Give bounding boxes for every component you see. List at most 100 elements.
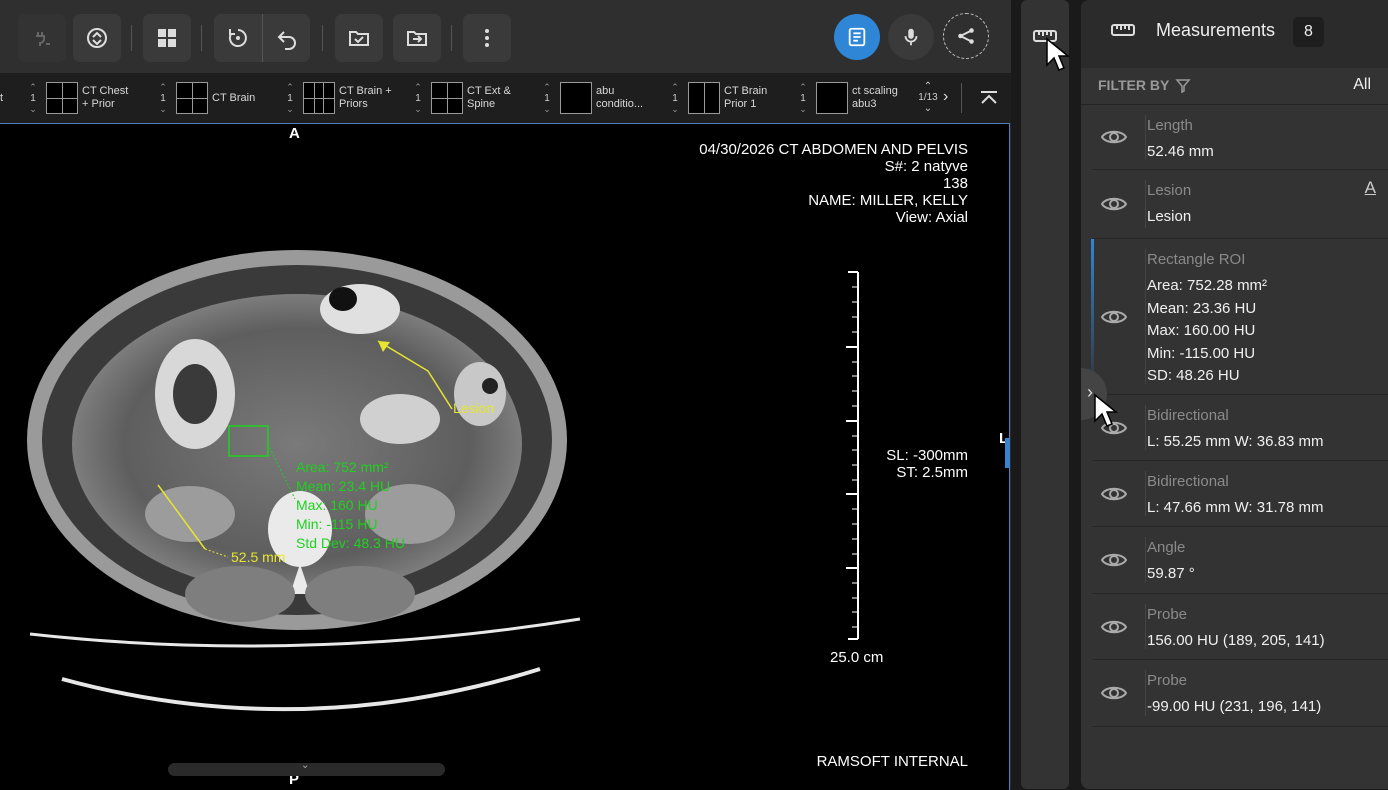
- filter-icon[interactable]: [1175, 78, 1191, 94]
- save-button[interactable]: [335, 14, 383, 62]
- scale-label: 25.0 cm: [830, 649, 884, 666]
- viewport-edge-handle[interactable]: [1005, 438, 1009, 468]
- eye-visibility-icon[interactable]: [1100, 303, 1128, 331]
- share-button[interactable]: [943, 13, 989, 59]
- series-layout-preview: [46, 82, 78, 114]
- filter-label: FILTER BY: [1098, 77, 1170, 93]
- eye-visibility-icon[interactable]: [1100, 679, 1128, 707]
- strip-page-number: 1/13: [918, 92, 938, 103]
- eye-visibility-icon[interactable]: [1100, 190, 1128, 218]
- series-layout-preview: [560, 82, 592, 114]
- series-layout-preview: [688, 82, 720, 114]
- series-thumbnail[interactable]: ⌃ 1 ⌄ CT Brain Prior 1: [664, 73, 796, 123]
- measurement-item[interactable]: Lesion Lesion A: [1092, 170, 1388, 239]
- lesion-annotation-label[interactable]: Lesion: [453, 400, 494, 416]
- report-icon: [848, 27, 866, 47]
- series-label: CT Ext & Spine: [467, 85, 511, 110]
- scroll-sync-icon: [87, 28, 107, 48]
- reset-button[interactable]: [214, 14, 262, 62]
- save-check-icon: [349, 31, 369, 46]
- eye-visibility-icon[interactable]: [1100, 613, 1128, 641]
- roi-stats-label[interactable]: Area: 752 mm² Mean: 23.4 HU Max: 160 HU …: [296, 458, 405, 553]
- measurements-panel: Measurements 8 FILTER BY All Length 52.46…: [1081, 0, 1388, 789]
- filter-dropdown[interactable]: All: [1353, 76, 1371, 94]
- measurement-value: Area: 752.28 mm²: [1147, 277, 1268, 294]
- series-count: 1: [415, 92, 421, 104]
- series-thumbnail[interactable]: ⌃ 1 ⌄ abu conditio...: [536, 73, 668, 123]
- series-thumbnail[interactable]: ⌃ 1 ⌄ ct scaling abu3: [792, 73, 924, 123]
- dictation-button[interactable]: [888, 14, 934, 60]
- length-annotation-label[interactable]: 52.5 mm: [231, 549, 285, 565]
- item-divider: [1145, 249, 1146, 384]
- layout-grid-icon: [158, 29, 176, 47]
- measurement-type: Probe: [1147, 672, 1188, 689]
- measurement-item[interactable]: Rectangle ROI Area: 752.28 mm² Mean: 23.36…: [1091, 239, 1388, 395]
- strip-pager[interactable]: ⌃ 1/13 ⌄: [918, 81, 938, 114]
- chevron-down-icon: ⌄: [923, 103, 933, 114]
- item-divider: [1145, 405, 1146, 450]
- series-count-spinner[interactable]: ⌃ 1 ⌄: [407, 73, 429, 123]
- roi-area: Area: 752 mm²: [296, 459, 389, 475]
- series-count-spinner[interactable]: ⌃ 1 ⌄: [279, 73, 301, 123]
- item-divider: [1145, 180, 1146, 228]
- institution-name: RAMSOFT INTERNAL: [816, 753, 968, 770]
- measurement-item[interactable]: Probe -99.00 HU (231, 196, 141): [1092, 660, 1388, 727]
- report-button[interactable]: [834, 14, 880, 60]
- chevron-up-icon: ⌃: [923, 81, 933, 92]
- series-thumbnail[interactable]: ⌃ 1 ⌄ CT Ext & Spine: [407, 73, 539, 123]
- series-count-spinner[interactable]: ⌃ 1 ⌄: [152, 73, 174, 123]
- measurement-item[interactable]: Bidirectional L: 47.66 mm W: 31.78 mm: [1092, 461, 1388, 527]
- export-button[interactable]: [393, 14, 441, 62]
- measurement-value: SD: 48.26 HU: [1147, 367, 1240, 384]
- chevron-down-icon: ⌄: [286, 103, 294, 114]
- plug-button[interactable]: [18, 14, 66, 62]
- series-count-spinner[interactable]: ⌃ 1 ⌄: [792, 73, 814, 123]
- series-thumbnail[interactable]: ⌃ 1 ⌄ CT Brain + Priors: [279, 73, 411, 123]
- scanner-table: [61, 667, 541, 712]
- measurement-item[interactable]: Probe 156.00 HU (189, 205, 141): [1092, 594, 1388, 660]
- eye-visibility-icon[interactable]: [1100, 480, 1128, 508]
- series-count-spinner[interactable]: ⌃ 1 ⌄: [664, 73, 686, 123]
- measurement-value: Max: 160.00 HU: [1147, 322, 1256, 339]
- study-date-description: 04/30/2026 CT ABDOMEN AND PELVIS: [699, 141, 968, 158]
- series-label-fragment: t: [0, 92, 4, 104]
- paraspinal-muscle: [305, 566, 415, 622]
- scroll-sync-button[interactable]: [73, 14, 121, 62]
- measurement-value: Min: -115.00 HU: [1147, 344, 1256, 362]
- measurement-item[interactable]: Bidirectional L: 55.25 mm W: 36.83 mm: [1092, 395, 1388, 461]
- series-label: ct scaling abu3: [852, 85, 898, 110]
- patient-name: NAME: MILLER, KELLY: [808, 192, 968, 209]
- series-thumbnail[interactable]: ⌃ 1 ⌄ CT Brain: [152, 73, 284, 123]
- measurement-value: Mean: 23.36 HU: [1147, 299, 1257, 317]
- more-button[interactable]: [463, 14, 511, 62]
- chevron-down-icon: ⌄: [799, 103, 807, 114]
- bowel-loop: [454, 362, 506, 426]
- mouse-cursor-icon: [1046, 37, 1071, 71]
- plug-icon: [36, 32, 50, 46]
- measurement-item[interactable]: Length 52.46 mm: [1092, 105, 1388, 170]
- filter-row: FILTER BY All: [1081, 68, 1388, 105]
- edit-label-icon[interactable]: A: [1365, 178, 1376, 198]
- series-count: 1: [544, 92, 550, 104]
- instance-number: 138: [942, 175, 968, 192]
- series-count-spinner[interactable]: ⌃ 1 ⌄: [22, 73, 44, 123]
- series-layout-preview: [176, 82, 208, 114]
- reset-undo-group: [214, 14, 310, 62]
- undo-button[interactable]: [263, 14, 310, 62]
- item-divider: [1145, 670, 1146, 716]
- eye-visibility-icon[interactable]: [1100, 546, 1128, 574]
- panel-title: Measurements: [1156, 20, 1276, 40]
- strip-next-icon[interactable]: ›: [943, 88, 948, 106]
- series-count-spinner[interactable]: ⌃ 1 ⌄: [536, 73, 558, 123]
- series-label: abu conditio...: [596, 85, 644, 110]
- layout-button[interactable]: [143, 14, 191, 62]
- chevron-up-icon: ⌃: [414, 81, 422, 92]
- ct-viewport[interactable]: A P L 04/30/2026 CT ABDOMEN AND PELVIS S…: [0, 123, 1010, 790]
- series-thumbnail[interactable]: ⌃ 1 ⌄ CT Chest + Prior: [22, 73, 154, 123]
- eye-visibility-icon[interactable]: [1100, 123, 1128, 151]
- measurement-item[interactable]: Angle 59.87 °: [1092, 527, 1388, 594]
- item-divider: [1145, 604, 1146, 649]
- roi-min: Min: -115 HU: [296, 516, 378, 532]
- collapse-strip-button[interactable]: [978, 89, 1000, 112]
- export-icon: [407, 31, 427, 46]
